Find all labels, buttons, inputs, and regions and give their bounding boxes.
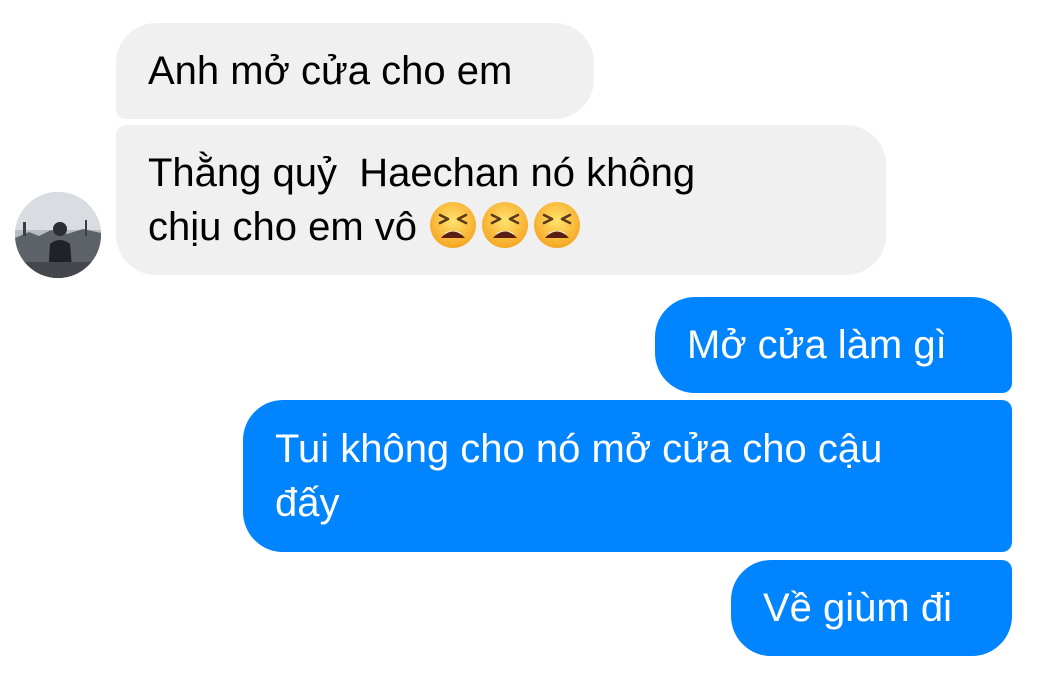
message-text: Thằng quỷ Haechan nó không chịu cho em v… xyxy=(148,146,695,254)
incoming-message[interactable]: Anh mở cửa cho em xyxy=(116,23,594,119)
message-text: Mở cửa làm gì xyxy=(687,323,947,367)
incoming-message[interactable]: Thằng quỷ Haechan nó không chịu cho em v… xyxy=(116,125,886,275)
tired-face-icon xyxy=(482,202,529,248)
contact-avatar[interactable] xyxy=(15,192,101,278)
message-text: Anh mở cửa cho em xyxy=(148,49,513,93)
message-text-content: Thằng quỷ Haechan nó không chịu cho em v… xyxy=(148,151,696,249)
tired-face-icon xyxy=(534,202,581,248)
tired-face-icon xyxy=(430,202,477,248)
emoji-group xyxy=(428,202,584,249)
message-text: Tui không cho nó mở cửa cho cậu đấy xyxy=(275,427,883,525)
outgoing-message[interactable]: Tui không cho nó mở cửa cho cậu đấy xyxy=(243,400,1012,552)
avatar-photo-icon xyxy=(15,192,101,278)
outgoing-message[interactable]: Mở cửa làm gì xyxy=(655,297,1012,393)
message-text: Về giùm đi xyxy=(763,586,952,630)
outgoing-message[interactable]: Về giùm đi xyxy=(731,560,1012,656)
